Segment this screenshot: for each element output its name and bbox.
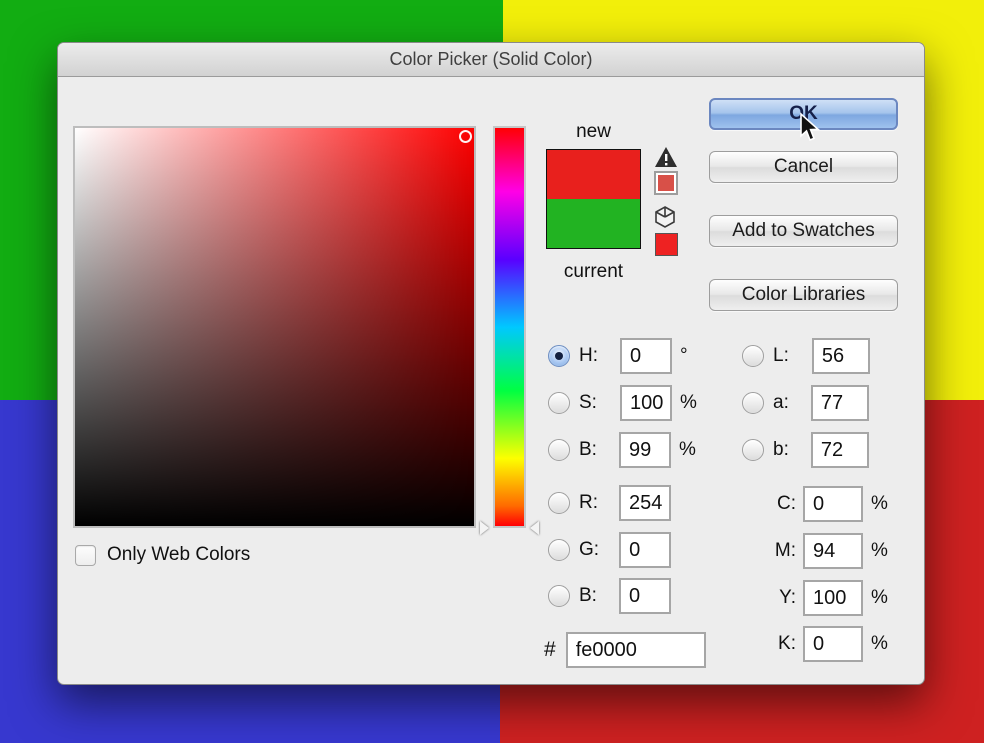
m-suffix: %	[871, 540, 888, 561]
y-label: Y:	[779, 587, 796, 608]
add-to-swatches-button[interactable]: Add to Swatches	[709, 215, 898, 247]
l-input[interactable]	[811, 338, 870, 374]
ok-button[interactable]: OK	[709, 98, 898, 130]
only-web-colors-checkbox[interactable]	[75, 544, 96, 566]
color-picker-dialog: Color Picker (Solid Color) Only Web Colo…	[57, 42, 925, 685]
b2-radio[interactable]	[548, 585, 570, 607]
r-input[interactable]	[619, 485, 671, 521]
r-label: R:	[579, 492, 598, 513]
hue-handle-left[interactable]	[480, 521, 489, 535]
b-label: B:	[579, 439, 597, 460]
a-radio[interactable]	[742, 392, 764, 414]
web-safe-color-swatch[interactable]	[655, 233, 678, 256]
hex-label: #	[544, 638, 556, 661]
m-input[interactable]	[803, 533, 863, 569]
b2-input[interactable]	[618, 578, 671, 614]
g-input[interactable]	[619, 532, 672, 568]
c-label: C:	[777, 493, 796, 514]
lab-b-radio[interactable]	[742, 439, 764, 461]
lab-b-label: b:	[773, 439, 789, 460]
gamut-color-swatch[interactable]	[654, 171, 678, 195]
only-web-colors-label: Only Web Colors	[107, 544, 251, 565]
g-radio[interactable]	[548, 539, 570, 561]
current-color-label: current	[563, 261, 624, 282]
b-input[interactable]	[618, 432, 671, 468]
k-label: K:	[778, 633, 796, 654]
l-radio[interactable]	[742, 345, 764, 367]
s-label: S:	[579, 392, 597, 413]
gamut-warning-icon[interactable]	[655, 147, 677, 167]
y-suffix: %	[871, 587, 888, 608]
c-suffix: %	[871, 493, 888, 514]
current-color-swatch[interactable]	[547, 199, 640, 248]
b-suffix: %	[678, 439, 696, 460]
g-label: G:	[579, 539, 600, 560]
saturation-brightness-field[interactable]	[73, 126, 476, 528]
l-label: L:	[773, 345, 789, 366]
h-radio[interactable]	[548, 345, 570, 367]
hue-handle-right[interactable]	[530, 521, 539, 535]
new-color-label: new	[576, 121, 611, 142]
c-input[interactable]	[803, 486, 863, 522]
dialog-title: Color Picker (Solid Color)	[389, 49, 593, 69]
s-suffix: %	[679, 392, 697, 413]
hue-slider[interactable]	[493, 126, 526, 528]
new-current-swatch	[546, 149, 641, 249]
web-safe-cube-icon[interactable]	[653, 205, 677, 229]
new-color-swatch	[547, 150, 640, 199]
color-libraries-button[interactable]: Color Libraries	[709, 279, 898, 311]
k-input[interactable]	[803, 626, 863, 662]
dialog-titlebar[interactable]: Color Picker (Solid Color)	[58, 43, 924, 77]
k-suffix: %	[871, 633, 888, 654]
h-label: H:	[579, 345, 598, 366]
cancel-button[interactable]: Cancel	[709, 151, 898, 183]
s-radio[interactable]	[548, 392, 570, 414]
h-input[interactable]	[620, 338, 672, 374]
color-field-marker[interactable]	[459, 130, 472, 143]
a-input[interactable]	[810, 385, 869, 421]
b-radio[interactable]	[548, 439, 570, 461]
s-input[interactable]	[619, 385, 672, 421]
screen: Color Picker (Solid Color) Only Web Colo…	[0, 0, 984, 743]
h-suffix: °	[680, 345, 688, 366]
a-label: a:	[773, 392, 789, 413]
b2-label: B:	[579, 585, 597, 606]
lab-b-input[interactable]	[810, 432, 869, 468]
y-input[interactable]	[803, 580, 863, 616]
hex-input[interactable]	[565, 632, 706, 668]
r-radio[interactable]	[548, 492, 570, 514]
m-label: M:	[774, 540, 796, 561]
